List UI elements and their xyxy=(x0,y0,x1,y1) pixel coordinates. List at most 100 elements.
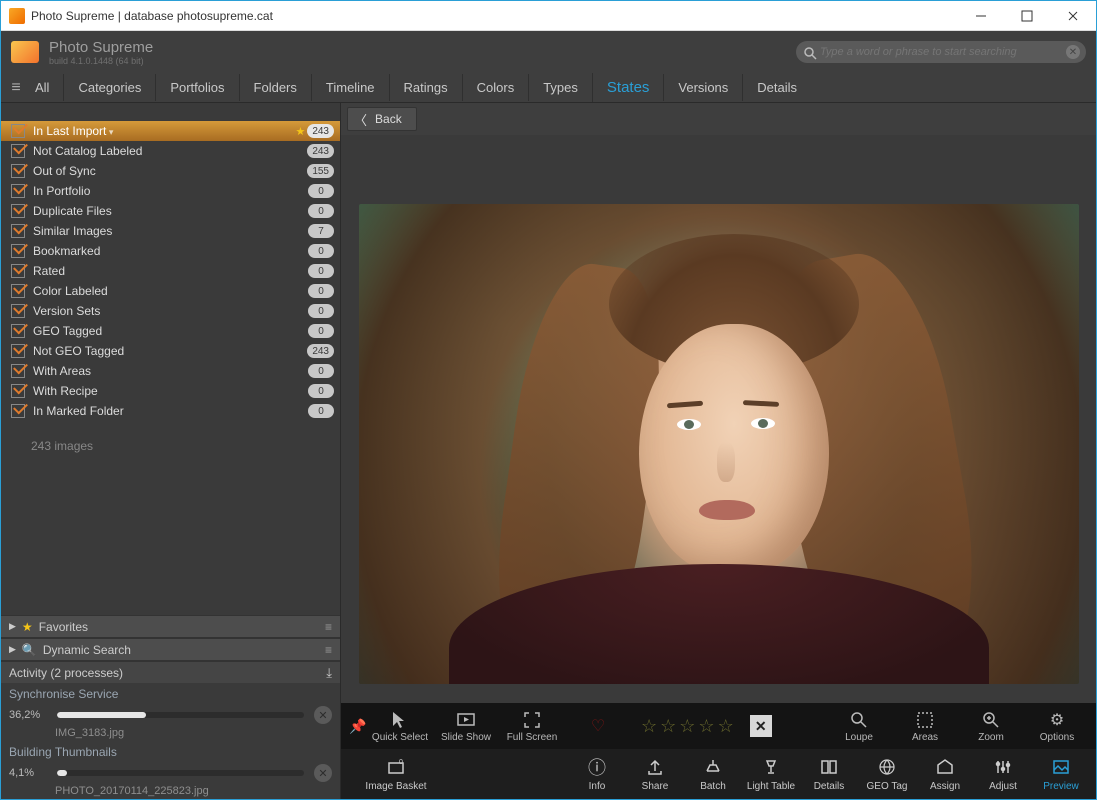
preview-button[interactable]: Preview xyxy=(1032,749,1090,799)
details-button[interactable]: Details xyxy=(800,749,858,799)
geo-tag-label: GEO Tag xyxy=(867,781,908,792)
lower-toolbar: 0 Image Basket ⓘ Info Share xyxy=(341,749,1096,799)
sidebar-item[interactable]: With Areas 0 xyxy=(1,361,340,381)
activity-label: Activity (2 processes) xyxy=(9,666,326,680)
section-menu-icon[interactable]: ≡ xyxy=(325,643,332,657)
share-button[interactable]: Share xyxy=(626,749,684,799)
sidebar-item[interactable]: In Portfolio 0 xyxy=(1,181,340,201)
expand-icon: ▶ xyxy=(9,621,16,632)
search-input[interactable] xyxy=(820,46,1066,58)
slide-show-button[interactable]: Slide Show xyxy=(435,703,497,749)
star-4-icon[interactable]: ☆ xyxy=(698,716,714,737)
star-3-icon[interactable]: ☆ xyxy=(679,716,695,737)
sidebar-item[interactable]: In Marked Folder 0 xyxy=(1,401,340,421)
clear-search-icon[interactable]: ✕ xyxy=(1066,45,1080,59)
pin-icon[interactable]: 📌 xyxy=(349,718,365,735)
loupe-button[interactable]: Loupe xyxy=(828,703,890,749)
details-label: Details xyxy=(814,781,845,792)
options-button[interactable]: ⚙ Options xyxy=(1026,703,1088,749)
checkbox-icon xyxy=(11,184,25,198)
sidebar-item[interactable]: With Recipe 0 xyxy=(1,381,340,401)
assign-label: Assign xyxy=(930,781,960,792)
sidebar-item[interactable]: GEO Tagged 0 xyxy=(1,321,340,341)
dynamic-search-label: Dynamic Search xyxy=(43,643,325,657)
areas-button[interactable]: Areas xyxy=(894,703,956,749)
info-button[interactable]: ⓘ Info xyxy=(568,749,626,799)
sidebar-item[interactable]: Not GEO Tagged 243 xyxy=(1,341,340,361)
assign-button[interactable]: Assign xyxy=(916,749,974,799)
close-button[interactable] xyxy=(1050,1,1096,31)
tab-details[interactable]: Details xyxy=(742,74,811,101)
star-5-icon[interactable]: ☆ xyxy=(718,716,734,737)
checkbox-icon xyxy=(11,384,25,398)
cancel-process-button[interactable]: ✕ xyxy=(314,706,332,724)
count-badge: 0 xyxy=(308,284,334,298)
rating-stars[interactable]: ☆ ☆ ☆ ☆ ☆ xyxy=(633,716,742,737)
quick-select-button[interactable]: Quick Select xyxy=(369,703,431,749)
favorite-heart[interactable]: ♡ xyxy=(567,703,629,749)
tab-ratings[interactable]: Ratings xyxy=(389,74,462,101)
checkbox-icon xyxy=(11,284,25,298)
count-badge: 0 xyxy=(308,404,334,418)
sidebar-item-label: In Last Import xyxy=(33,124,295,138)
minimize-button[interactable] xyxy=(958,1,1004,31)
app-header: Photo Supreme build 4.1.0.1448 (64 bit) … xyxy=(1,31,1096,73)
tab-timeline[interactable]: Timeline xyxy=(311,74,389,101)
tag-icon xyxy=(935,756,955,778)
full-screen-button[interactable]: Full Screen xyxy=(501,703,563,749)
back-button[interactable]: 〈 Back xyxy=(347,107,417,131)
favorites-section[interactable]: ▶ ★ Favorites ≡ xyxy=(1,615,340,638)
zoom-icon xyxy=(981,710,1001,730)
tab-colors[interactable]: Colors xyxy=(462,74,529,101)
section-menu-icon[interactable]: ≡ xyxy=(325,620,332,634)
image-icon xyxy=(1051,756,1071,778)
checkbox-icon xyxy=(11,404,25,418)
star-2-icon[interactable]: ☆ xyxy=(660,716,676,737)
process-title: Building Thumbnails xyxy=(9,745,332,759)
zoom-button[interactable]: Zoom xyxy=(960,703,1022,749)
activity-header[interactable]: Activity (2 processes) ⤓ xyxy=(1,661,340,683)
count-badge: 0 xyxy=(308,324,334,338)
sidebar-item[interactable]: Out of Sync 155 xyxy=(1,161,340,181)
light-table-button[interactable]: Light Table xyxy=(742,749,800,799)
tab-all[interactable]: All xyxy=(29,74,63,101)
options-label: Options xyxy=(1040,732,1074,743)
image-basket-button[interactable]: 0 Image Basket xyxy=(347,749,445,799)
sidebar-item[interactable]: Not Catalog Labeled 243 xyxy=(1,141,340,161)
sidebar-item[interactable]: Bookmarked 0 xyxy=(1,241,340,261)
tab-types[interactable]: Types xyxy=(528,74,592,101)
geo-tag-button[interactable]: GEO Tag xyxy=(858,749,916,799)
app-logo xyxy=(11,41,39,63)
window-titlebar: Photo Supreme | database photosupreme.ca… xyxy=(1,1,1096,31)
reject-button[interactable]: ✕ xyxy=(750,715,772,737)
star-1-icon[interactable]: ☆ xyxy=(641,716,657,737)
tab-folders[interactable]: Folders xyxy=(239,74,311,101)
tab-states[interactable]: States xyxy=(592,73,664,102)
chevron-left-icon: 〈 xyxy=(354,110,367,129)
adjust-button[interactable]: Adjust xyxy=(974,749,1032,799)
image-basket-label: Image Basket xyxy=(365,781,426,792)
checkbox-icon xyxy=(11,324,25,338)
batch-button[interactable]: Batch xyxy=(684,749,742,799)
tab-portfolios[interactable]: Portfolios xyxy=(155,74,238,101)
tab-versions[interactable]: Versions xyxy=(663,74,742,101)
search-box[interactable]: ✕ xyxy=(796,41,1086,63)
menu-icon[interactable]: ≡ xyxy=(5,79,27,97)
dynamic-search-section[interactable]: ▶ 🔍 Dynamic Search ≡ xyxy=(1,638,340,661)
sidebar-item[interactable]: In Last Import ★ 243 xyxy=(1,121,340,141)
sidebar-item[interactable]: Color Labeled 0 xyxy=(1,281,340,301)
sidebar-item[interactable]: Similar Images 7 xyxy=(1,221,340,241)
sidebar-item[interactable]: Rated 0 xyxy=(1,261,340,281)
tab-categories[interactable]: Categories xyxy=(63,74,155,101)
cancel-process-button[interactable]: ✕ xyxy=(314,764,332,782)
sidebar-item[interactable]: Version Sets 0 xyxy=(1,301,340,321)
maximize-button[interactable] xyxy=(1004,1,1050,31)
heart-icon: ♡ xyxy=(591,716,605,736)
count-badge: 243 xyxy=(307,344,334,358)
image-area[interactable] xyxy=(341,135,1096,703)
download-icon[interactable]: ⤓ xyxy=(326,665,332,681)
book-icon xyxy=(819,756,839,778)
upper-toolbar: 📌 Quick Select Slide Show xyxy=(341,703,1096,749)
fullscreen-icon xyxy=(522,710,542,730)
sidebar-item[interactable]: Duplicate Files 0 xyxy=(1,201,340,221)
